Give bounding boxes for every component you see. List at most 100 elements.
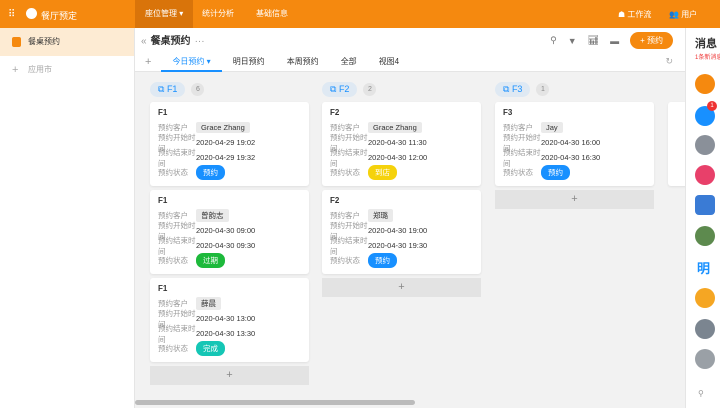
tab-tomorrow[interactable]: 明日预约: [222, 52, 276, 72]
card-table: F3: [503, 108, 513, 117]
group-icon[interactable]: [695, 349, 715, 369]
search-icon[interactable]: ⚲: [550, 35, 557, 46]
tab-this-week[interactable]: 本周预约: [276, 52, 330, 72]
search-icon[interactable]: ⚲: [698, 389, 704, 398]
card-table: F2: [330, 196, 340, 205]
add-view-button[interactable]: +: [145, 56, 151, 68]
status-badge: 预约: [368, 253, 397, 268]
status-badge: 过期: [196, 253, 225, 268]
chart-icon[interactable]: 📊︎: [588, 35, 599, 46]
bell-icon[interactable]: [695, 135, 715, 155]
end-time-value: 2020-04-30 19:30: [368, 241, 428, 250]
send-icon[interactable]: [695, 74, 715, 94]
nav-seat-management[interactable]: 座位管理 ▾: [135, 0, 194, 28]
status-badge: 预约: [541, 165, 570, 180]
filter-icon[interactable]: ▼: [568, 36, 577, 46]
customer-value: Grace Zhang: [196, 122, 250, 133]
start-time-value: 2020-04-30 13:00: [196, 314, 256, 323]
group-count: 6: [191, 82, 205, 96]
reservation-card[interactable]: F2 预约客户 Grace Zhang 预约开始时间 2020-04-30 11:3…: [322, 102, 481, 186]
main-area: «餐桌预约 ··· ⚲ ▼ 📊︎ ▬ + 预约 + 今日预约 ▾ 明日预约 本周预…: [135, 28, 720, 408]
messages-notice[interactable]: 1条新消息: [695, 52, 720, 61]
tab-all[interactable]: 全部: [330, 52, 368, 72]
field-label: 预约结束时间: [330, 147, 368, 168]
field-label: 预约状态: [158, 256, 188, 265]
more-icon[interactable]: ···: [195, 36, 205, 47]
reservation-card[interactable]: F1 预约客户 薛晨 预约开始时间 2020-04-30 13:00 预约结束时间 2…: [150, 278, 309, 362]
group-name: F2: [338, 83, 350, 94]
group-tag[interactable]: ⧉ F1: [150, 81, 186, 97]
nav-label: 座位管理: [145, 9, 177, 18]
add-card-button[interactable]: +: [495, 190, 654, 209]
start-time-value: 2020-04-30 09:00: [196, 226, 256, 235]
field-label: 预约状态: [503, 168, 533, 177]
add-app-label: 应用市: [28, 65, 52, 74]
ming-icon[interactable]: 明: [697, 258, 710, 277]
field-label: 预约结束时间: [158, 235, 196, 256]
group-tag[interactable]: ⧉ F2: [322, 81, 358, 97]
top-bar: ⠿ 餐厅预定 座位管理 ▾ 统计分析 基础信息 ☗ 工作流 👥 用户: [0, 0, 720, 28]
start-time-value: 2020-04-30 16:00: [541, 138, 601, 147]
card-table: F1: [158, 108, 168, 117]
end-time-value: 2020-04-30 09:30: [196, 241, 256, 250]
briefcase-icon[interactable]: [695, 319, 715, 339]
field-label: 预约状态: [330, 256, 360, 265]
group-count: 1: [536, 82, 550, 96]
app-icon[interactable]: [695, 195, 715, 215]
workbench-link[interactable]: ☗ 工作流: [618, 9, 651, 20]
calendar-icon[interactable]: [695, 165, 715, 185]
kanban-column: ⧉ F1 6 F1 预约客户 Grace Zhang 预约开始时间 2020-04-2…: [150, 80, 309, 385]
start-time-value: 2020-04-30 19:00: [368, 226, 428, 235]
kanban-column: ⧉ F2 2 F2 预约客户 Grace Zhang 预约开始时间 2020-04-3…: [322, 80, 481, 297]
group-count: 2: [363, 82, 377, 96]
customer-value: 薛晨: [196, 297, 221, 310]
status-badge: 到店: [368, 165, 397, 180]
customer-value: 郑璐: [368, 209, 393, 222]
end-time-value: 2020-04-30 16:30: [541, 153, 601, 162]
status-badge: 预约: [196, 165, 225, 180]
sidebar-item-table-reservation[interactable]: 餐桌预约: [0, 28, 134, 56]
end-time-value: 2020-04-30 13:30: [196, 329, 256, 338]
nav-statistics[interactable]: 统计分析: [192, 0, 244, 28]
avatar[interactable]: [695, 226, 715, 246]
field-label: 预约结束时间: [158, 323, 196, 344]
add-card-button[interactable]: +: [322, 278, 481, 297]
field-label: 预约结束时间: [503, 147, 541, 168]
group-name: F3: [511, 83, 523, 94]
group-name: F1: [166, 83, 178, 94]
comment-icon[interactable]: ▬: [610, 36, 619, 46]
app-grid-icon[interactable]: ⠿: [8, 9, 15, 20]
customer-value: 曾韵志: [196, 209, 229, 222]
start-time-value: 2020-04-29 19:02: [196, 138, 256, 147]
refresh-icon[interactable]: ↻: [665, 56, 673, 67]
tab-view4[interactable]: 视图4: [368, 52, 410, 72]
tab-today[interactable]: 今日预约 ▾: [161, 52, 222, 72]
app-icon: [12, 37, 21, 47]
nav-basic-info[interactable]: 基础信息: [246, 0, 298, 28]
customer-value: Grace Zhang: [368, 122, 422, 133]
horizontal-scrollbar[interactable]: [135, 400, 415, 405]
chat-badge: 1: [707, 101, 717, 111]
sidebar: 餐桌预约 + 应用市: [0, 28, 135, 408]
reservation-card[interactable]: F2 预约客户 郑璐 预约开始时间 2020-04-30 19:00 预约结束时间 2…: [322, 190, 481, 274]
add-card-button[interactable]: +: [150, 366, 309, 385]
users-link[interactable]: 👥 用户: [669, 9, 697, 20]
field-label: 预约状态: [330, 168, 360, 177]
end-time-value: 2020-04-30 12:00: [368, 153, 428, 162]
group-tag[interactable]: ⧉ F3: [495, 81, 531, 97]
reservation-card[interactable]: F1 预约客户 Grace Zhang 预约开始时间 2020-04-29 19:0…: [150, 102, 309, 186]
grid-app-icon[interactable]: [695, 288, 715, 308]
collapse-icon[interactable]: «: [141, 36, 147, 47]
tab-label: 今日预约: [172, 57, 205, 66]
field-label: 预约状态: [158, 168, 188, 177]
reservation-card[interactable]: F1 预约客户 曾韵志 预约开始时间 2020-04-30 09:00 预约结束时间…: [150, 190, 309, 274]
app-name[interactable]: 餐厅预定: [41, 9, 77, 22]
app-logo-icon: [26, 8, 37, 19]
workbench-label: 工作流: [627, 10, 652, 19]
reserve-button[interactable]: + 预约: [630, 32, 673, 49]
reservation-card[interactable]: F3 预约客户 Jay 预约开始时间 2020-04-30 16:00 预约结束时间…: [495, 102, 654, 186]
end-time-value: 2020-04-29 19:32: [196, 153, 256, 162]
field-label: 预约状态: [158, 344, 188, 353]
add-app-button[interactable]: + 应用市: [0, 56, 134, 84]
kanban-column: ⧉ F3 1 F3 预约客户 Jay 预约开始时间 2020-04-30 16:00 …: [495, 80, 654, 209]
